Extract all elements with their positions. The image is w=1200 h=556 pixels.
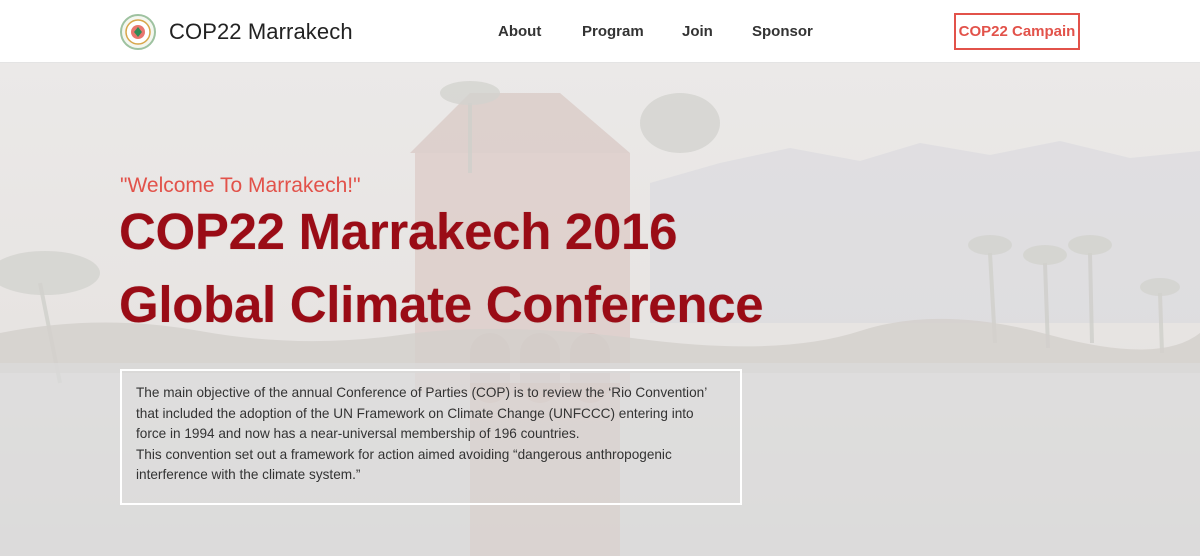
- description-paragraph-2: This convention set out a framework for …: [136, 446, 672, 483]
- nav-about-link[interactable]: About: [498, 22, 541, 42]
- description-box: The main objective of the annual Confere…: [120, 369, 742, 505]
- nav-sponsor-link[interactable]: Sponsor: [752, 22, 813, 42]
- headline-line-2: Global Climate Conference: [119, 276, 764, 333]
- hero-section: "Welcome To Marrakech!" COP22 Marrakech …: [0, 63, 1200, 556]
- description-paragraph-1: The main objective of the annual Confere…: [136, 385, 707, 441]
- nav-program-link[interactable]: Program: [582, 22, 644, 42]
- top-navbar: COP22 Marrakech About Program Join Spons…: [0, 0, 1200, 63]
- headline-line-1: COP22 Marrakech 2016: [119, 203, 678, 260]
- nav-join-link[interactable]: Join: [682, 22, 713, 42]
- campaign-button[interactable]: COP22 Campain: [954, 13, 1080, 50]
- brand-name[interactable]: COP22 Marrakech: [169, 17, 353, 47]
- hero-headline: COP22 Marrakech 2016 Global Climate Conf…: [119, 195, 764, 341]
- cop22-emblem-icon[interactable]: [120, 14, 156, 50]
